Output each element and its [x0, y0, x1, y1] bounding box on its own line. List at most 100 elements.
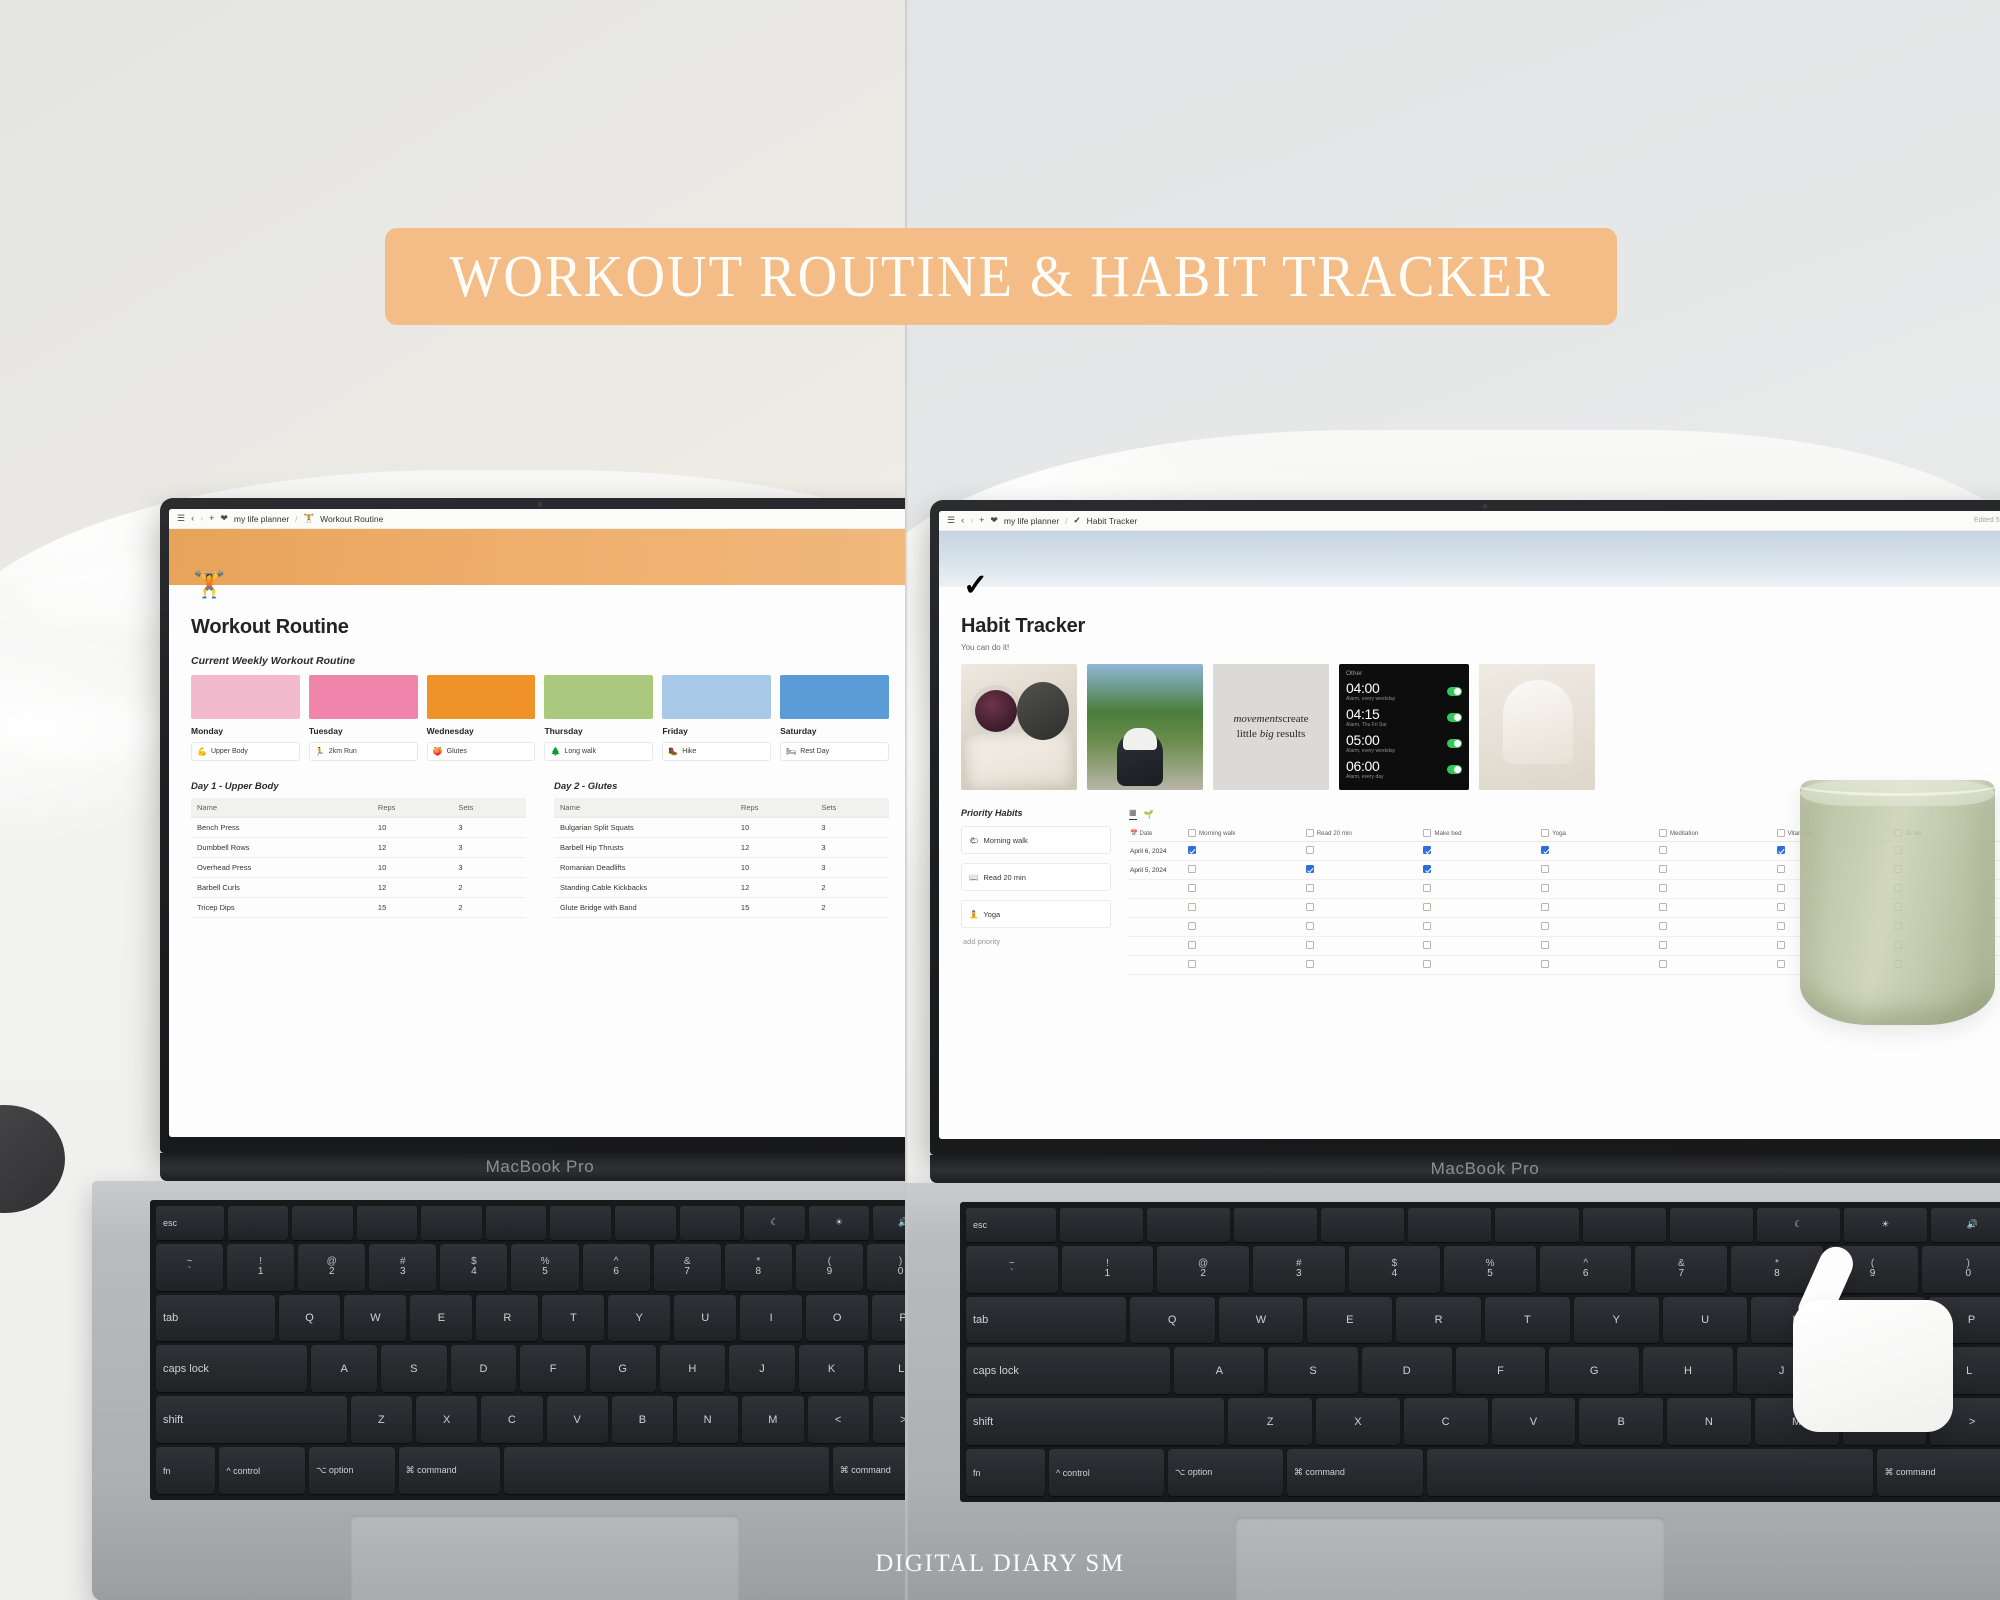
key-function[interactable] — [1234, 1208, 1318, 1242]
key-function[interactable] — [485, 1206, 547, 1240]
table-column-header[interactable]: Sets — [815, 798, 889, 818]
key-t[interactable]: T — [542, 1294, 605, 1342]
table-row[interactable]: Dumbbell Rows 12 3 — [191, 837, 526, 858]
grid-check-cell[interactable] — [1538, 917, 1656, 937]
key-y[interactable]: Y — [1573, 1296, 1659, 1344]
priority-habit-row[interactable]: 📖 Read 20 min — [961, 863, 1111, 891]
grid-check-cell[interactable] — [1185, 898, 1303, 918]
key-a[interactable]: A — [1174, 1347, 1265, 1395]
grid-check-cell[interactable] — [1420, 936, 1539, 956]
key-l[interactable]: L — [868, 1345, 905, 1393]
grid-check-cell[interactable] — [1420, 841, 1539, 861]
grid-date-cell[interactable]: April 6, 2024 — [1127, 841, 1185, 861]
quote-card[interactable]: movementscreate little big results — [1213, 664, 1329, 790]
key-function[interactable]: ☀ — [808, 1206, 870, 1240]
checkbox-icon[interactable] — [1541, 846, 1550, 854]
key-function[interactable] — [550, 1206, 612, 1240]
key-n[interactable]: N — [677, 1396, 739, 1444]
key-2[interactable]: @2 — [1157, 1245, 1249, 1293]
table-row[interactable]: Tricep Dips 15 2 — [191, 897, 526, 918]
checkbox-icon[interactable] — [1776, 846, 1785, 854]
checkbox-icon[interactable] — [1658, 941, 1667, 949]
key-x[interactable]: X — [1316, 1398, 1400, 1446]
grid-check-cell[interactable] — [1420, 955, 1539, 975]
checkbox-icon[interactable] — [1305, 941, 1314, 949]
checkbox-icon[interactable] — [1541, 884, 1550, 892]
weekday-activity-tag[interactable]: 🏃 2km Run — [308, 742, 418, 761]
grid-check-cell[interactable] — [1538, 879, 1656, 899]
breadcrumb-page[interactable]: Habit Tracker — [1087, 516, 1138, 526]
alarm-row[interactable]: 05:00 Alarm, every weekday — [1346, 733, 1462, 754]
outdoor-walk-photo[interactable] — [1087, 664, 1203, 790]
key-`[interactable]: ~ ` — [156, 1243, 224, 1291]
checkbox-icon[interactable] — [1658, 846, 1667, 854]
grid-check-cell[interactable] — [1420, 879, 1539, 899]
grid-check-cell[interactable] — [1302, 841, 1421, 861]
key-function[interactable] — [1408, 1208, 1492, 1242]
plus-icon[interactable]: + — [209, 514, 214, 523]
grid-column-header[interactable]: Yoga — [1538, 825, 1656, 842]
checkbox-icon[interactable] — [1423, 865, 1432, 873]
key-command-right[interactable]: ⌘ command — [832, 1447, 905, 1495]
key-function[interactable] — [1147, 1208, 1231, 1242]
alarm-list-card[interactable]: Other 04:00 Alarm, every weekday 04:15 Alar… — [1339, 664, 1469, 790]
key-function[interactable] — [1321, 1208, 1405, 1242]
weekday-activity-tag[interactable]: 🍑 Glutes — [426, 742, 536, 761]
key-fn[interactable]: fn — [966, 1449, 1045, 1497]
table-column-header[interactable]: Sets — [452, 798, 526, 818]
grid-check-cell[interactable] — [1420, 860, 1539, 880]
key-4[interactable]: $4 — [440, 1243, 508, 1291]
key-function[interactable] — [356, 1206, 418, 1240]
checkbox-icon[interactable] — [1658, 903, 1667, 911]
key-k[interactable]: K — [798, 1345, 865, 1393]
key-n[interactable]: N — [1667, 1398, 1751, 1446]
checkbox-icon[interactable] — [1305, 903, 1314, 911]
key-function[interactable]: ☾ — [1756, 1208, 1840, 1242]
grid-check-cell[interactable] — [1185, 955, 1303, 975]
alarm-toggle[interactable] — [1447, 739, 1462, 748]
alarm-row[interactable]: 06:00 Alarm, every day — [1346, 759, 1462, 780]
table-row[interactable]: Overhead Press 10 3 — [191, 857, 526, 878]
key-a[interactable]: A — [311, 1345, 377, 1393]
key-5[interactable]: % 5 — [511, 1243, 579, 1291]
grid-check-cell[interactable] — [1302, 860, 1421, 880]
key-s[interactable]: S — [1268, 1347, 1358, 1395]
checkbox-icon[interactable] — [1541, 865, 1550, 873]
checkbox-icon[interactable] — [1776, 884, 1785, 892]
key-space[interactable] — [1427, 1449, 1874, 1497]
grid-date-cell[interactable]: April 5, 2024 — [1127, 860, 1185, 880]
key-<[interactable]: < — [807, 1396, 869, 1444]
weekday-activity-tag[interactable]: 🌲 Long walk — [544, 742, 654, 761]
grid-check-cell[interactable] — [1655, 917, 1774, 937]
key-caps-lock[interactable]: caps lock — [156, 1345, 308, 1393]
checkbox-icon[interactable] — [1423, 903, 1432, 911]
star-icon[interactable]: 🌱 — [1144, 810, 1154, 819]
grid-date-cell[interactable] — [1127, 955, 1185, 975]
key-function[interactable] — [1669, 1208, 1753, 1242]
key-o[interactable]: O — [806, 1294, 869, 1342]
table-row[interactable]: Standing Cable Kickbacks 12 2 — [554, 877, 889, 898]
key-7[interactable]: & 7 — [653, 1243, 721, 1291]
key->[interactable]: > — [872, 1396, 905, 1444]
checkbox-icon[interactable] — [1305, 884, 1314, 892]
chevron-left-icon[interactable]: ‹ — [961, 516, 964, 525]
grid-date-cell[interactable] — [1127, 936, 1185, 956]
key-5[interactable]: % 5 — [1444, 1245, 1536, 1293]
grid-date-cell[interactable] — [1127, 917, 1185, 937]
alarm-row[interactable]: 04:00 Alarm, every weekday — [1346, 681, 1462, 702]
key-function[interactable] — [227, 1206, 289, 1240]
checkbox-icon[interactable] — [1658, 865, 1667, 873]
grid-check-cell[interactable] — [1185, 860, 1303, 880]
key-u[interactable]: U — [674, 1294, 737, 1342]
grid-check-cell[interactable] — [1302, 898, 1421, 918]
gallery-view-icon[interactable]: ▦ — [1129, 808, 1137, 820]
checkbox-icon[interactable] — [1423, 846, 1432, 854]
grid-check-cell[interactable] — [1655, 898, 1774, 918]
checkbox-icon[interactable] — [1305, 846, 1314, 854]
key-command-right[interactable]: ⌘ command — [1877, 1449, 2000, 1497]
checkbox-icon[interactable] — [1776, 960, 1785, 968]
checkbox-icon[interactable] — [1188, 846, 1196, 854]
key-7[interactable]: & 7 — [1635, 1245, 1728, 1293]
key-function[interactable] — [615, 1206, 676, 1240]
key-function[interactable] — [1495, 1208, 1579, 1242]
